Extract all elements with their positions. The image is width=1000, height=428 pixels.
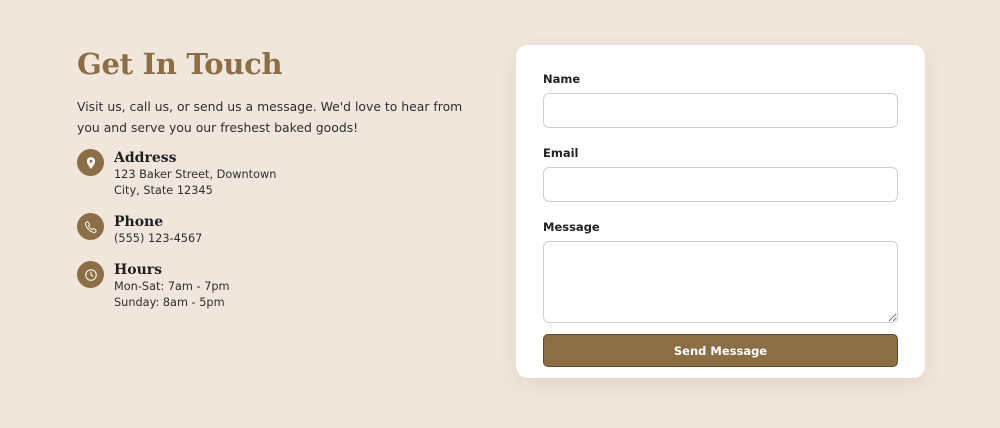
contact-form: Name Email Message Send Message xyxy=(516,45,925,378)
info-item-address: Address 123 Baker Street, Downtown City,… xyxy=(77,149,477,199)
section-title: Get In Touch xyxy=(77,47,283,81)
info-item-phone: Phone (555) 123-4567 xyxy=(77,213,477,247)
info-heading: Hours xyxy=(114,262,163,278)
send-message-button[interactable]: Send Message xyxy=(543,334,898,367)
clock-icon xyxy=(77,261,104,288)
info-body: Address 123 Baker Street, Downtown City,… xyxy=(114,149,276,199)
address-line-2: City, State 12345 xyxy=(114,184,213,197)
hours-line-2: Sunday: 8am - 5pm xyxy=(114,296,225,309)
info-item-hours: Hours Mon-Sat: 7am - 7pm Sunday: 8am - 5… xyxy=(77,261,477,311)
contact-section: Get In Touch Visit us, call us, or send … xyxy=(0,0,1000,428)
phone-icon xyxy=(77,213,104,240)
phone-number: (555) 123-4567 xyxy=(114,232,203,245)
message-label: Message xyxy=(543,220,600,234)
info-body: Hours Mon-Sat: 7am - 7pm Sunday: 8am - 5… xyxy=(114,261,230,311)
info-heading: Phone xyxy=(114,214,164,230)
name-input[interactable] xyxy=(543,93,898,128)
name-label: Name xyxy=(543,72,581,86)
contact-info: Get In Touch Visit us, call us, or send … xyxy=(77,46,477,325)
info-heading: Address xyxy=(114,150,177,166)
address-line-1: 123 Baker Street, Downtown xyxy=(114,168,277,181)
email-input[interactable] xyxy=(543,167,898,202)
message-textarea[interactable] xyxy=(543,241,898,323)
info-body: Phone (555) 123-4567 xyxy=(114,213,202,247)
hours-line-1: Mon-Sat: 7am - 7pm xyxy=(114,280,230,293)
info-list: Address 123 Baker Street, Downtown City,… xyxy=(77,149,477,311)
map-pin-icon xyxy=(77,149,104,176)
email-label: Email xyxy=(543,146,579,160)
intro-text: Visit us, call us, or send us a message.… xyxy=(77,99,463,135)
